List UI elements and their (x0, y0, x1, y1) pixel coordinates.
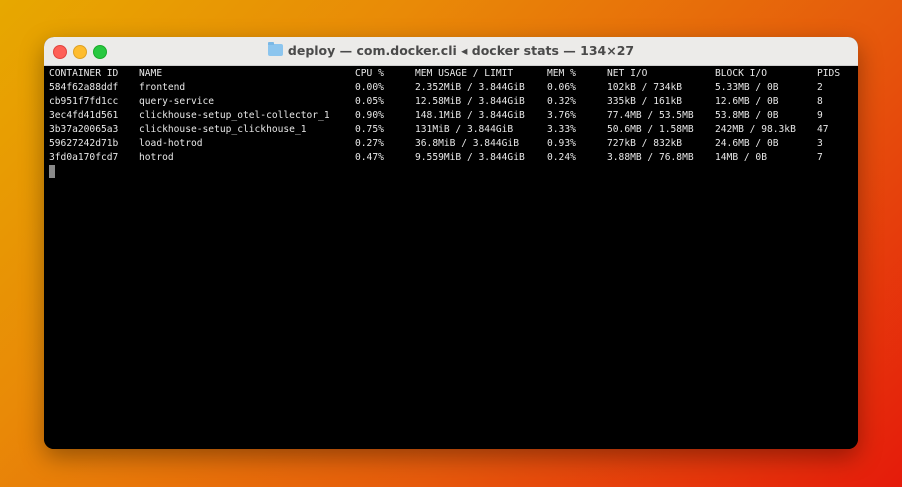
table-row: cb951f7fd1cc query-service 0.05% 12.58MiB /… (44, 95, 858, 109)
table-cell: clickhouse-setup_otel-collector_1 (139, 110, 330, 121)
window-title-container: deploy — com.docker.cli ◂ docker stats —… (44, 42, 858, 58)
table-cell: 3 (817, 138, 823, 149)
column-header: BLOCK I/O (715, 68, 767, 79)
table-cell: 14MB / 0B (715, 152, 767, 163)
table-cell: 0.00% (355, 82, 384, 93)
table-header: CONTAINER ID NAME CPU % MEM USAGE / LIMIT ME… (44, 67, 858, 81)
table-cell: 0.06% (547, 82, 576, 93)
table-cell: 77.4MB / 53.5MB (607, 110, 694, 121)
table-cell: 0.24% (547, 152, 576, 163)
title-bar: deploy — com.docker.cli ◂ docker stats —… (44, 37, 858, 66)
table-row: 584f62a88ddf frontend 0.00% 2.352MiB / 3.84… (44, 81, 858, 95)
table-cell: 53.8MB / 0B (715, 110, 779, 121)
table-cell: 12.6MB / 0B (715, 96, 779, 107)
table-row: 3ec4fd41d561 clickhouse-setup_otel-collec… (44, 109, 858, 123)
window-title: deploy — com.docker.cli ◂ docker stats —… (287, 43, 635, 58)
column-header: CONTAINER ID (49, 68, 119, 79)
table-cell: 36.8MiB / 3.844GiB (415, 138, 519, 149)
table-cell: 9.559MiB / 3.844GiB (415, 152, 525, 163)
table-cell: 131MiB / 3.844GiB (415, 124, 514, 135)
terminal-window: deploy — com.docker.cli ◂ docker stats —… (44, 37, 858, 449)
column-header: NAME (139, 68, 163, 79)
table-cell: cb951f7fd1cc (49, 96, 119, 107)
table-cell: 0.32% (547, 96, 576, 107)
table-cell: 47 (817, 124, 829, 135)
table-cell: 7 (817, 152, 823, 163)
table-cell: 2 (817, 82, 823, 93)
table-cell: 335kB / 161kB (607, 96, 683, 107)
table-cell: 0.93% (547, 138, 576, 149)
table-cell: 12.58MiB / 3.844GiB (415, 96, 525, 107)
table-cell: 3.88MB / 76.8MB (607, 152, 694, 163)
column-header: CPU % (355, 68, 384, 79)
column-header: MEM % (547, 68, 576, 79)
column-header: MEM USAGE / LIMIT (415, 68, 514, 79)
table-cell: clickhouse-setup_clickhouse_1 (139, 124, 307, 135)
terminal-cursor (49, 165, 55, 178)
table-cell: 50.6MB / 1.58MB (607, 124, 694, 135)
column-header: NET I/O (607, 68, 648, 79)
table-cell: 0.05% (355, 96, 384, 107)
table-cell: 3b37a20065a3 (49, 124, 119, 135)
table-cell: 3fd0a170fcd7 (49, 152, 119, 163)
table-row: 3fd0a170fcd7 hotrod 0.47% 9.559MiB / 3.844G… (44, 151, 858, 165)
table-cell: 24.6MB / 0B (715, 138, 779, 149)
table-cell: 0.90% (355, 110, 384, 121)
table-cell: 3ec4fd41d561 (49, 110, 119, 121)
table-cell: 0.75% (355, 124, 384, 135)
table-cell: 59627242d71b (49, 138, 119, 149)
table-cell: 5.33MB / 0B (715, 82, 779, 93)
table-cell: hotrod (139, 152, 174, 163)
terminal-output[interactable]: CONTAINER ID NAME CPU % MEM USAGE / LIMIT ME… (44, 66, 858, 449)
table-cell: 8 (817, 96, 823, 107)
table-cell: 148.1MiB / 3.844GiB (415, 110, 525, 121)
table-cell: 0.27% (355, 138, 384, 149)
table-cell: 0.47% (355, 152, 384, 163)
table-cell: load-hotrod (139, 138, 203, 149)
table-cell: query-service (139, 96, 215, 107)
table-row: 3b37a20065a3 clickhouse-setup_clickhouse_… (44, 123, 858, 137)
table-cell: 2.352MiB / 3.844GiB (415, 82, 525, 93)
table-cell: frontend (139, 82, 186, 93)
table-cell: 102kB / 734kB (607, 82, 683, 93)
column-header: PIDS (817, 68, 841, 79)
table-cell: 3.33% (547, 124, 576, 135)
table-cell: 727kB / 832kB (607, 138, 683, 149)
table-cell: 584f62a88ddf (49, 82, 119, 93)
table-row: 59627242d71b load-hotrod 0.27% 36.8MiB / 3.… (44, 137, 858, 151)
table-cell: 3.76% (547, 110, 576, 121)
folder-icon (267, 42, 283, 56)
table-cell: 242MB / 98.3kB (715, 124, 796, 135)
table-cell: 9 (817, 110, 823, 121)
